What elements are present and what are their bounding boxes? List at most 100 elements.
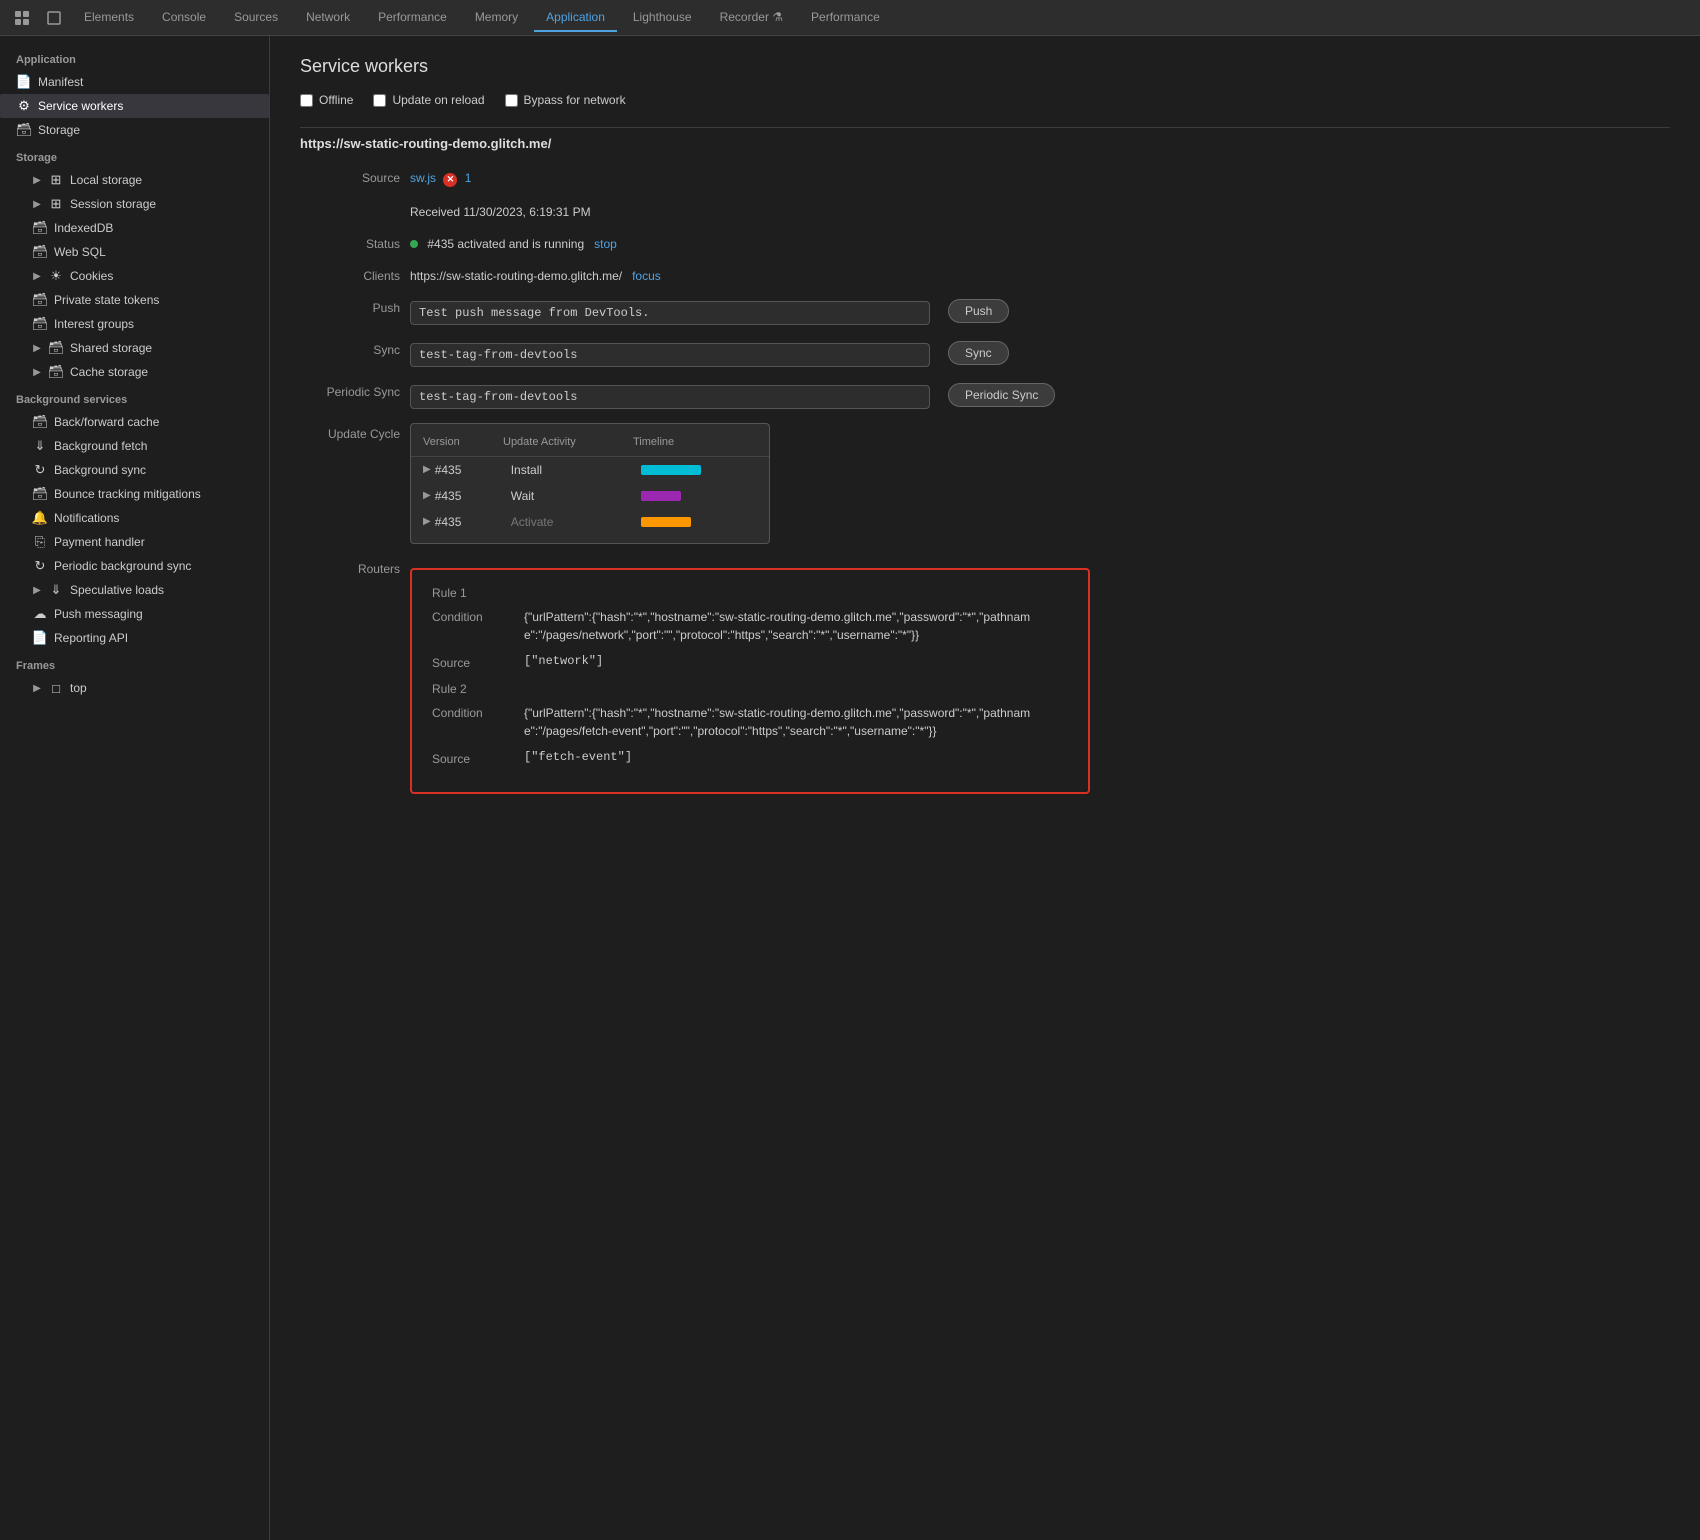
received-row: Received 11/30/2023, 6:19:31 PM — [300, 201, 1670, 219]
tab-performance[interactable]: Performance — [366, 4, 459, 32]
sidebar-item-private-state-tokens[interactable]: 🗃 Private state tokens — [0, 288, 269, 312]
update-cycle-row: Update Cycle Version Update Activity Tim… — [300, 423, 1670, 544]
sidebar: Application 📄 Manifest ⚙ Service workers… — [0, 36, 270, 1540]
cookies-icon: ☀ — [48, 268, 64, 284]
tab-lighthouse[interactable]: Lighthouse — [621, 4, 704, 32]
sidebar-item-speculative-loads[interactable]: ▶ ⇓ Speculative loads — [0, 578, 269, 602]
sidebar-item-cookies[interactable]: ▶ ☀ Cookies — [0, 264, 269, 288]
sidebar-item-cache-storage[interactable]: ▶ 🗃 Cache storage — [0, 360, 269, 384]
notifications-icon: 🔔 — [32, 510, 48, 526]
uc-arrow-activate: ▶ — [423, 516, 431, 527]
bounce-tracking-label: Bounce tracking mitigations — [54, 487, 201, 501]
tab-recorder[interactable]: Recorder ⚗ — [708, 4, 795, 32]
sidebar-item-shared-storage[interactable]: ▶ 🗃 Shared storage — [0, 336, 269, 360]
uc-col-timeline: Timeline — [633, 436, 757, 448]
focus-link[interactable]: focus — [632, 269, 661, 283]
tab-elements[interactable]: Elements — [72, 4, 146, 32]
main-layout: Application 📄 Manifest ⚙ Service workers… — [0, 36, 1700, 1540]
sidebar-item-bounce-tracking[interactable]: 🗃 Bounce tracking mitigations — [0, 482, 269, 506]
tab-memory[interactable]: Memory — [463, 4, 530, 32]
payment-handler-icon: ⎘ — [32, 534, 48, 550]
sidebar-item-reporting-api[interactable]: 📄 Reporting API — [0, 626, 269, 650]
periodic-bg-sync-label: Periodic background sync — [54, 559, 191, 573]
offline-label: Offline — [319, 93, 353, 107]
rule1-condition-value: {"urlPattern":{"hash":"*","hostname":"sw… — [524, 608, 1044, 644]
shared-storage-icon: 🗃 — [48, 340, 64, 356]
source-file-link[interactable]: sw.js — [410, 171, 436, 185]
sidebar-item-background-fetch[interactable]: ⇓ Background fetch — [0, 434, 269, 458]
periodic-sync-label: Periodic Sync — [300, 381, 400, 399]
sidebar-item-manifest[interactable]: 📄 Manifest — [0, 70, 269, 94]
offline-checkbox-label[interactable]: Offline — [300, 93, 353, 107]
sidebar-item-web-sql[interactable]: 🗃 Web SQL — [0, 240, 269, 264]
periodic-sync-input[interactable] — [410, 385, 930, 409]
status-dot-icon — [410, 240, 418, 248]
uc-row-install[interactable]: ▶ #435 Install — [411, 457, 769, 483]
rule2-condition-label: Condition — [432, 704, 512, 720]
sidebar-item-top-frame[interactable]: ▶ □ top — [0, 676, 269, 700]
update-on-reload-checkbox-label[interactable]: Update on reload — [373, 93, 484, 107]
sidebar-item-periodic-bg-sync[interactable]: ↻ Periodic background sync — [0, 554, 269, 578]
cookies-label: Cookies — [70, 269, 113, 283]
bypass-for-network-label: Bypass for network — [524, 93, 626, 107]
sidebar-item-service-workers[interactable]: ⚙ Service workers — [0, 94, 269, 118]
sync-row: Sync Sync — [300, 339, 1670, 367]
update-cycle-dropdown: Version Update Activity Timeline ▶ #435 … — [410, 423, 770, 544]
sidebar-item-session-storage[interactable]: ▶ ⊞ Session storage — [0, 192, 269, 216]
sidebar-item-notifications[interactable]: 🔔 Notifications — [0, 506, 269, 530]
source-number-link[interactable]: 1 — [465, 171, 472, 185]
update-on-reload-checkbox[interactable] — [373, 94, 386, 107]
inspect-icon[interactable] — [40, 6, 68, 30]
sidebar-item-indexed-db[interactable]: 🗃 IndexedDB — [0, 216, 269, 240]
routers-section: Rule 1 Condition {"urlPattern":{"hash":"… — [410, 568, 1090, 794]
push-input[interactable] — [410, 301, 930, 325]
periodic-sync-button[interactable]: Periodic Sync — [948, 383, 1055, 407]
sidebar-item-payment-handler[interactable]: ⎘ Payment handler — [0, 530, 269, 554]
stop-link[interactable]: stop — [594, 237, 617, 251]
storage-label: Storage — [38, 123, 80, 137]
received-label — [300, 201, 400, 205]
cache-storage-icon: 🗃 — [48, 364, 64, 380]
source-error-icon: ✕ — [443, 173, 457, 187]
tab-sources[interactable]: Sources — [222, 4, 290, 32]
bypass-for-network-checkbox[interactable] — [505, 94, 518, 107]
offline-checkbox[interactable] — [300, 94, 313, 107]
devtools-icon[interactable] — [8, 6, 36, 30]
back-forward-label: Back/forward cache — [54, 415, 159, 429]
clients-url: https://sw-static-routing-demo.glitch.me… — [410, 269, 622, 283]
private-state-tokens-icon: 🗃 — [32, 292, 48, 308]
local-storage-label: Local storage — [70, 173, 142, 187]
rule2-source-label: Source — [432, 750, 512, 766]
uc-row-wait[interactable]: ▶ #435 Wait — [411, 483, 769, 509]
sidebar-item-interest-groups[interactable]: 🗃 Interest groups — [0, 312, 269, 336]
tab-performance2[interactable]: Performance — [799, 4, 892, 32]
expand-top-icon: ▶ — [32, 683, 42, 693]
sidebar-item-storage[interactable]: 🗃 Storage — [0, 118, 269, 142]
tab-application[interactable]: Application — [534, 4, 617, 32]
sidebar-item-push-messaging[interactable]: ☁ Push messaging — [0, 602, 269, 626]
sync-button[interactable]: Sync — [948, 341, 1009, 365]
sync-input[interactable] — [410, 343, 930, 367]
expand-cache-storage-icon: ▶ — [32, 367, 42, 377]
update-cycle-label: Update Cycle — [300, 423, 400, 441]
sidebar-item-local-storage[interactable]: ▶ ⊞ Local storage — [0, 168, 269, 192]
clients-label: Clients — [300, 265, 400, 283]
tab-network[interactable]: Network — [294, 4, 362, 32]
application-section-label: Application — [0, 44, 269, 70]
page-title: Service workers — [300, 56, 1670, 77]
top-tab-bar: Elements Console Sources Network Perform… — [0, 0, 1700, 36]
storage-section-label: Storage — [0, 142, 269, 168]
uc-arrow-install: ▶ — [423, 464, 431, 475]
rule2-condition-value: {"urlPattern":{"hash":"*","hostname":"sw… — [524, 704, 1044, 740]
update-on-reload-label: Update on reload — [392, 93, 484, 107]
push-button[interactable]: Push — [948, 299, 1009, 323]
reporting-api-icon: 📄 — [32, 630, 48, 646]
bypass-for-network-checkbox-label[interactable]: Bypass for network — [505, 93, 626, 107]
uc-row-activate[interactable]: ▶ #435 Activate — [411, 509, 769, 535]
sidebar-item-background-sync[interactable]: ↻ Background sync — [0, 458, 269, 482]
clients-row: Clients https://sw-static-routing-demo.g… — [300, 265, 1670, 283]
status-row: Status #435 activated and is running sto… — [300, 233, 1670, 251]
tab-console[interactable]: Console — [150, 4, 218, 32]
session-storage-label: Session storage — [70, 197, 156, 211]
sidebar-item-back-forward[interactable]: 🗃 Back/forward cache — [0, 410, 269, 434]
